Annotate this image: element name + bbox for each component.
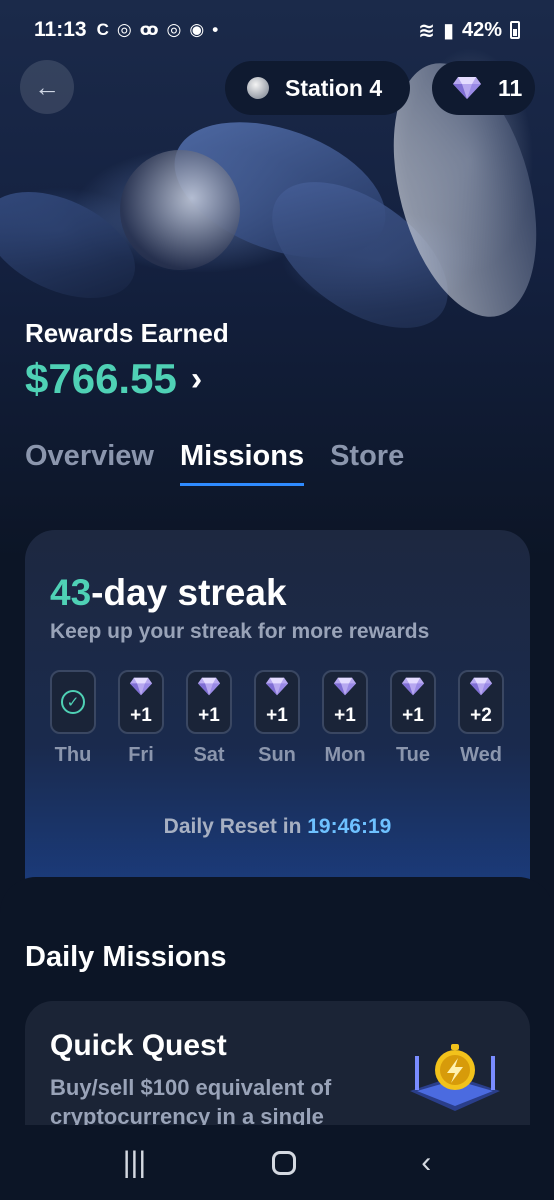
status-bar: 11:13 C ◎ ꝏ ◎ ◉ • ≋ ▮ 42% xyxy=(0,0,554,60)
streak-card: 43-day streak Keep up your streak for mo… xyxy=(25,530,530,920)
day-box: ✓ xyxy=(50,670,96,734)
notification-icons: C ◎ ꝏ ◎ ◉ • xyxy=(97,20,219,40)
back-button[interactable]: ← xyxy=(20,60,74,114)
signal-icon: ▮ xyxy=(442,19,454,42)
moon-icon xyxy=(247,77,269,99)
arrow-left-icon: ← xyxy=(34,71,60,102)
day-box: +1 xyxy=(118,670,164,734)
streak-days: ✓ Thu +1 Fri +1 Sat +1 Sun +1 Mon +1 Tue… xyxy=(50,670,504,767)
gem-icon xyxy=(265,677,289,701)
streak-day: +1 Tue xyxy=(390,670,436,767)
battery-icon xyxy=(510,21,520,39)
station-label: Station 4 xyxy=(285,74,383,101)
streak-count: 43 xyxy=(50,572,92,613)
reset-label: Daily Reset in xyxy=(163,815,302,838)
instagram-icon: ◎ xyxy=(116,20,132,39)
quest-title: Quick Quest xyxy=(50,1029,227,1062)
rewards-amount: $766.55 xyxy=(25,355,177,402)
c-icon: C xyxy=(96,20,109,39)
dot-icon: • xyxy=(212,20,219,39)
instagram-icon: ◎ xyxy=(166,20,182,39)
streak-day: ✓ Thu xyxy=(50,670,96,767)
day-label: Thu xyxy=(54,744,92,766)
check-circle-icon: ✓ xyxy=(61,690,85,714)
day-box: +1 xyxy=(254,670,300,734)
battery-percent: 42% xyxy=(461,18,502,41)
day-reward: +1 xyxy=(266,705,288,726)
streak-day: +1 Sat xyxy=(186,670,232,767)
gem-icon xyxy=(452,76,482,100)
day-label: Fri xyxy=(128,744,154,766)
recent-apps-icon[interactable]: ||| xyxy=(123,1146,146,1180)
day-reward: +1 xyxy=(198,705,220,726)
streak-day: +1 Fri xyxy=(118,670,164,767)
streak-day: +1 Mon xyxy=(322,670,368,767)
day-label: Mon xyxy=(324,744,366,766)
gem-icon xyxy=(469,677,493,701)
status-time: 11:13 xyxy=(34,18,87,41)
app-icon: ◉ xyxy=(189,20,205,39)
gem-icon xyxy=(197,677,221,701)
daily-reset: Daily Reset in 19:46:19 xyxy=(25,815,530,839)
chevron-right-icon: › xyxy=(190,359,203,398)
day-label: Sun xyxy=(258,744,296,766)
day-label: Tue xyxy=(395,744,431,766)
home-icon[interactable] xyxy=(271,1150,296,1175)
gem-icon xyxy=(129,677,153,701)
day-box: +2 xyxy=(458,670,504,734)
station-pill[interactable]: Station 4 xyxy=(225,61,410,115)
streak-subtitle: Keep up your streak for more rewards xyxy=(50,620,430,643)
day-box: +1 xyxy=(186,670,232,734)
day-reward: +1 xyxy=(130,705,152,726)
system-nav-bar: ||| ‹ xyxy=(0,1125,554,1200)
day-reward: +1 xyxy=(334,705,356,726)
tab-missions[interactable]: Missions xyxy=(179,440,305,486)
wifi-icon: ≋ xyxy=(418,19,435,42)
gem-icon xyxy=(333,677,357,701)
gem-count: 11 xyxy=(498,74,523,101)
streak-day: +2 Wed xyxy=(458,670,504,767)
day-label: Wed xyxy=(460,744,502,766)
day-reward: +2 xyxy=(470,705,492,726)
day-box: +1 xyxy=(390,670,436,734)
rewards-amount-link[interactable]: $766.55 › xyxy=(25,355,202,403)
streak-title-suffix: -day streak xyxy=(91,572,287,613)
day-box: +1 xyxy=(322,670,368,734)
back-nav-icon[interactable]: ‹ xyxy=(421,1146,431,1180)
gems-pill[interactable]: 11 xyxy=(432,61,535,115)
gem-icon xyxy=(401,677,425,701)
reset-timer: 19:46:19 xyxy=(307,815,392,838)
day-reward: +1 xyxy=(402,705,424,726)
tab-store[interactable]: Store xyxy=(330,440,404,486)
day-label: Sat xyxy=(193,744,225,766)
lightning-coin-icon xyxy=(405,1036,505,1116)
streak-day: +1 Sun xyxy=(254,670,300,767)
quest-description: Buy/sell $100 equivalent of cryptocurren… xyxy=(50,1075,332,1129)
tab-bar: Overview Missions Store xyxy=(25,440,404,486)
daily-missions-title: Daily Missions xyxy=(25,941,227,973)
voicemail-icon: ꝏ xyxy=(139,20,159,39)
streak-title: 43-day streak xyxy=(50,572,287,614)
tab-overview[interactable]: Overview xyxy=(25,440,154,486)
rewards-label: Rewards Earned xyxy=(25,318,229,348)
